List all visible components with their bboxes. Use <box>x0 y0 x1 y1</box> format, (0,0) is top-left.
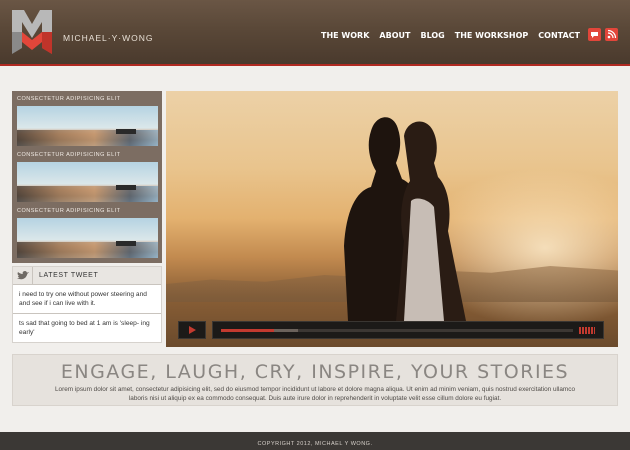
latest-tweet-header: LATEST TWEET <box>13 266 161 285</box>
tweet-item: ts sad that going to bed at 1 am is 'sle… <box>19 320 150 336</box>
nav-the-workshop[interactable]: THE WORKSHOP <box>455 31 529 40</box>
thumbnail-image[interactable] <box>17 106 158 146</box>
video-controls <box>178 321 604 339</box>
seek-bar[interactable] <box>212 321 604 339</box>
thumbnail-item[interactable]: CONSECTETUR ADIPISICING ELIT <box>12 150 162 206</box>
site-footer: COPYRIGHT 2012, MICHAEL Y WONG. <box>0 432 630 450</box>
tagline-section: ENGAGE, LAUGH, CRY, INSPIRE, YOUR STORIE… <box>12 354 618 406</box>
volume-icon[interactable] <box>579 327 595 334</box>
video-frame-couple <box>344 117 466 321</box>
video-thumbnails: CONSECTETUR ADIPISICING ELIT CONSECTETUR… <box>12 91 162 263</box>
twitter-bird-icon[interactable] <box>13 266 33 285</box>
video-player[interactable] <box>166 91 618 347</box>
chat-icon[interactable] <box>588 28 601 41</box>
latest-tweet-panel: LATEST TWEET i need to try one without p… <box>12 266 162 343</box>
seek-buffer <box>273 329 299 332</box>
site-header: MICHAEL·Y·WONG THE WORK ABOUT BLOG THE W… <box>0 0 630 66</box>
copyright-text: COPYRIGHT 2012, MICHAEL Y WONG. <box>257 441 373 447</box>
tweet-item: i need to try one without power steering… <box>13 285 161 314</box>
rss-icon[interactable] <box>605 28 618 41</box>
thumbnail-label: CONSECTETUR ADIPISICING ELIT <box>17 152 121 158</box>
thumbnail-label: CONSECTETUR ADIPISICING ELIT <box>17 208 121 214</box>
play-button[interactable] <box>178 321 206 339</box>
nav-the-work[interactable]: THE WORK <box>321 31 369 40</box>
thumbnail-item[interactable]: CONSECTETUR ADIPISICING ELIT <box>12 206 162 262</box>
latest-tweet-title: LATEST TWEET <box>39 272 99 279</box>
thumbnail-image[interactable] <box>17 162 158 202</box>
nav-about[interactable]: ABOUT <box>379 31 410 40</box>
nav-contact[interactable]: CONTACT <box>538 31 580 40</box>
nav-blog[interactable]: BLOG <box>420 31 444 40</box>
logo[interactable] <box>12 10 52 54</box>
tagline-body: Lorem ipsum dolor sit amet, consectetur … <box>54 386 576 402</box>
seek-progress <box>221 329 274 332</box>
main-nav: THE WORK ABOUT BLOG THE WORKSHOP CONTACT <box>321 31 580 40</box>
thumbnail-item[interactable]: CONSECTETUR ADIPISICING ELIT <box>12 94 162 150</box>
site-name[interactable]: MICHAEL·Y·WONG <box>63 33 154 43</box>
thumbnail-label: CONSECTETUR ADIPISICING ELIT <box>17 96 121 102</box>
sidebar: CONSECTETUR ADIPISICING ELIT CONSECTETUR… <box>12 91 162 347</box>
tagline-title: ENGAGE, LAUGH, CRY, INSPIRE, YOUR STORIE… <box>60 361 570 383</box>
thumbnail-image[interactable] <box>17 218 158 258</box>
